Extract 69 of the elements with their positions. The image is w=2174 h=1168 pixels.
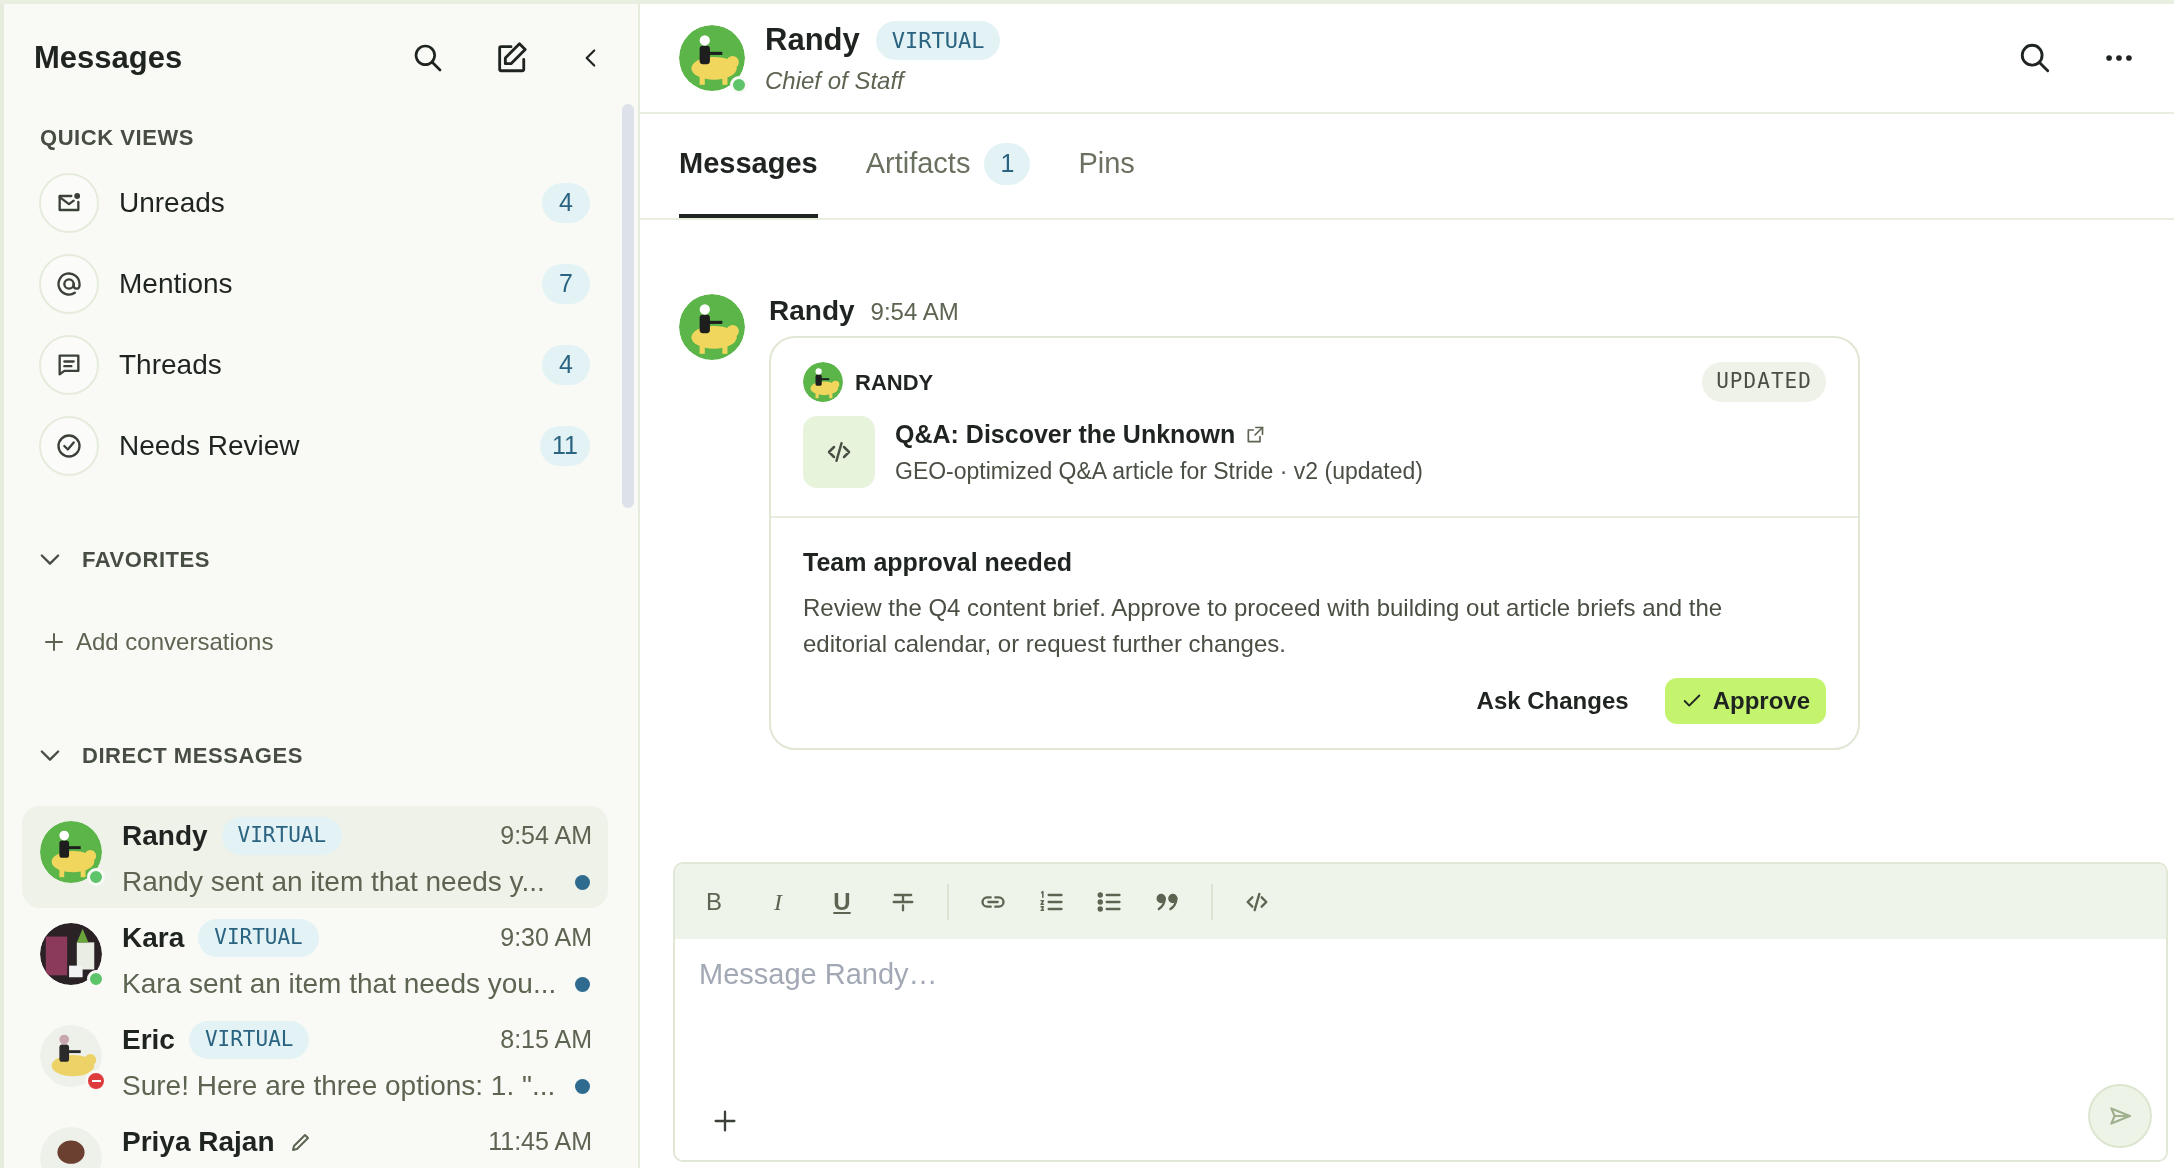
avatar — [679, 294, 745, 360]
tab[interactable]: Pins — [1078, 114, 1135, 218]
count-badge: 4 — [542, 344, 590, 385]
card-author: RANDY — [855, 368, 935, 397]
tab[interactable]: Artifacts 1 — [865, 114, 1031, 218]
scrollbar-thumb[interactable] — [622, 104, 634, 508]
message-composer[interactable]: B I U Message Randy… — [673, 862, 2168, 1162]
contact-name: Eric — [122, 1023, 175, 1057]
conversation-item[interactable]: Randy VIRTUAL 9:54 AM Randy sent an item that needs y... — [22, 806, 608, 908]
contact-name: Priya Rajan — [122, 1125, 275, 1159]
ask-changes-button[interactable]: Ask Changes — [1466, 677, 1639, 724]
card-description: Review the Q4 content brief. Approve to proceed with building out article briefs and the editorial calendar, or request further changes. — [803, 592, 1724, 659]
tab[interactable]: Messages — [679, 114, 818, 218]
message-preview: Randy sent an item that needs y... — [122, 865, 546, 899]
count-badge: 7 — [542, 263, 590, 304]
italic-button[interactable]: I — [761, 884, 795, 919]
quick-view-label: Unreads — [119, 185, 226, 220]
conversation-item[interactable]: Priya Rajan 11:45 AM — [22, 1112, 608, 1168]
conversation-name: Randy — [765, 20, 860, 59]
quick-view-label: Threads — [119, 347, 223, 382]
sidebar-title: Messages — [34, 38, 184, 77]
card-heading: Team approval needed — [803, 547, 1074, 578]
search-icon[interactable] — [2018, 41, 2052, 75]
avatar — [803, 362, 843, 402]
message-preview: Kara sent an item that needs you... — [122, 967, 558, 1001]
virtual-badge: VIRTUAL — [188, 1021, 310, 1059]
count-badge: 1 — [984, 143, 1031, 185]
message-preview: Sure! Here are three options: 1. "... — [122, 1069, 557, 1103]
virtual-badge: VIRTUAL — [198, 919, 319, 957]
avatar — [40, 1025, 102, 1087]
message-time: 9:30 AM — [500, 922, 592, 954]
quick-view-label: Mentions — [119, 266, 234, 301]
count-badge: 4 — [542, 182, 590, 223]
approve-button[interactable]: Approve — [1664, 677, 1826, 724]
quick-view-item[interactable]: Mentions 7 — [4, 243, 622, 324]
author-name: Randy — [769, 294, 855, 328]
count-badge: 11 — [540, 425, 590, 466]
artifact-title[interactable]: Q&A: Discover the Unknown — [895, 416, 1236, 454]
artifact-subtitle: GEO-optimized Q&A article for Stride · v2 (updated) — [895, 456, 1423, 486]
status-badge: UPDATED — [1702, 362, 1826, 402]
avatar — [40, 821, 102, 883]
message-time: 9:54 AM — [500, 820, 592, 852]
quick-view-item[interactable]: Needs Review 11 — [4, 405, 622, 486]
plus-icon — [42, 630, 66, 654]
message-time: 11:45 AM — [488, 1126, 592, 1158]
avatar — [679, 25, 745, 91]
virtual-badge: VIRTUAL — [221, 817, 343, 855]
quick-view-item[interactable]: Threads 4 — [4, 324, 622, 405]
message-time: 9:54 AM — [870, 297, 959, 327]
add-conversations-link[interactable]: Add conversations — [4, 624, 622, 660]
message-time: 8:15 AM — [500, 1024, 592, 1056]
section-toggle[interactable]: DIRECT MESSAGES — [4, 730, 622, 780]
quick-view-item[interactable]: Unreads 4 — [4, 162, 622, 243]
contact-name: Kara — [122, 921, 185, 955]
check-circle-icon — [55, 431, 83, 460]
contact-name: Randy — [122, 819, 208, 853]
external-link-icon[interactable] — [1245, 424, 1266, 445]
conversation-item[interactable]: Kara VIRTUAL 9:30 AM Kara sent an item that needs you... — [22, 908, 608, 1010]
bold-button[interactable]: B — [697, 884, 731, 919]
conversation-subtitle: Chief of Staff — [765, 66, 907, 97]
section-toggle[interactable]: FAVORITES — [4, 534, 622, 584]
quick-view-label: Needs Review — [119, 428, 301, 463]
at-sign-icon — [55, 269, 83, 298]
virtual-badge: VIRTUAL — [875, 20, 1001, 60]
avatar — [40, 923, 102, 985]
section-heading: QUICK VIEWS — [39, 123, 195, 152]
search-icon[interactable] — [412, 42, 444, 74]
conversation-item[interactable]: Eric VIRTUAL 8:15 AM Sure! Here are three options: 1. "... — [22, 1010, 608, 1112]
underline-button[interactable]: U — [825, 884, 859, 919]
